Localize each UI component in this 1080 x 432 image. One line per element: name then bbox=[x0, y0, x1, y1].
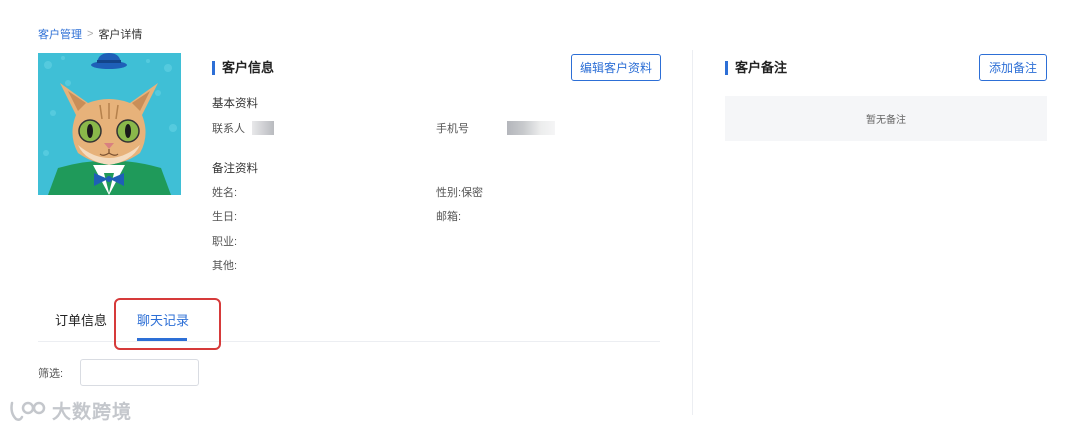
edit-customer-button[interactable]: 编辑客户资料 bbox=[571, 54, 661, 81]
watermark: 大数跨境 bbox=[8, 397, 132, 424]
contact-value-redacted bbox=[252, 121, 274, 135]
gender-value: 保密 bbox=[461, 187, 484, 199]
birthday-label: 生日: bbox=[212, 211, 238, 223]
customer-info-title: 客户信息 bbox=[212, 60, 274, 76]
chat-tab-highlight-annotation bbox=[114, 298, 221, 350]
watermark-text: 大数跨境 bbox=[52, 402, 133, 423]
add-remark-button[interactable]: 添加备注 bbox=[979, 54, 1047, 81]
remarks-empty-text: 暂无备注 bbox=[866, 115, 906, 126]
phone-value-redacted bbox=[507, 121, 555, 135]
name-label: 姓名: bbox=[212, 187, 238, 199]
phone-label: 手机号 bbox=[436, 123, 469, 135]
filter-label: 筛选: bbox=[38, 368, 64, 380]
column-divider bbox=[692, 50, 693, 415]
remarks-empty-state: 暂无备注 bbox=[725, 96, 1047, 141]
customer-remarks-title: 客户备注 bbox=[725, 60, 787, 76]
other-label: 其他: bbox=[212, 260, 238, 272]
gender-field: 性别:保密 bbox=[436, 186, 483, 200]
filter-input[interactable] bbox=[80, 359, 199, 386]
basic-info-heading: 基本资料 bbox=[212, 98, 258, 110]
breadcrumb-customer-management-link[interactable]: 客户管理 bbox=[38, 26, 82, 42]
notes-info-heading: 备注资料 bbox=[212, 163, 258, 175]
job-label: 职业: bbox=[212, 236, 238, 248]
gender-label: 性别: bbox=[436, 187, 462, 199]
contact-label: 联系人 bbox=[212, 123, 245, 135]
email-label: 邮箱: bbox=[436, 211, 462, 223]
tab-order-info[interactable]: 订单信息 bbox=[55, 313, 107, 329]
customer-avatar bbox=[38, 53, 181, 195]
breadcrumb-current: 客户详情 bbox=[98, 29, 143, 41]
breadcrumb-separator: > bbox=[87, 28, 94, 40]
watermark-logo-icon bbox=[10, 401, 46, 421]
breadcrumb: 客户管理 > 客户详情 bbox=[38, 26, 142, 42]
